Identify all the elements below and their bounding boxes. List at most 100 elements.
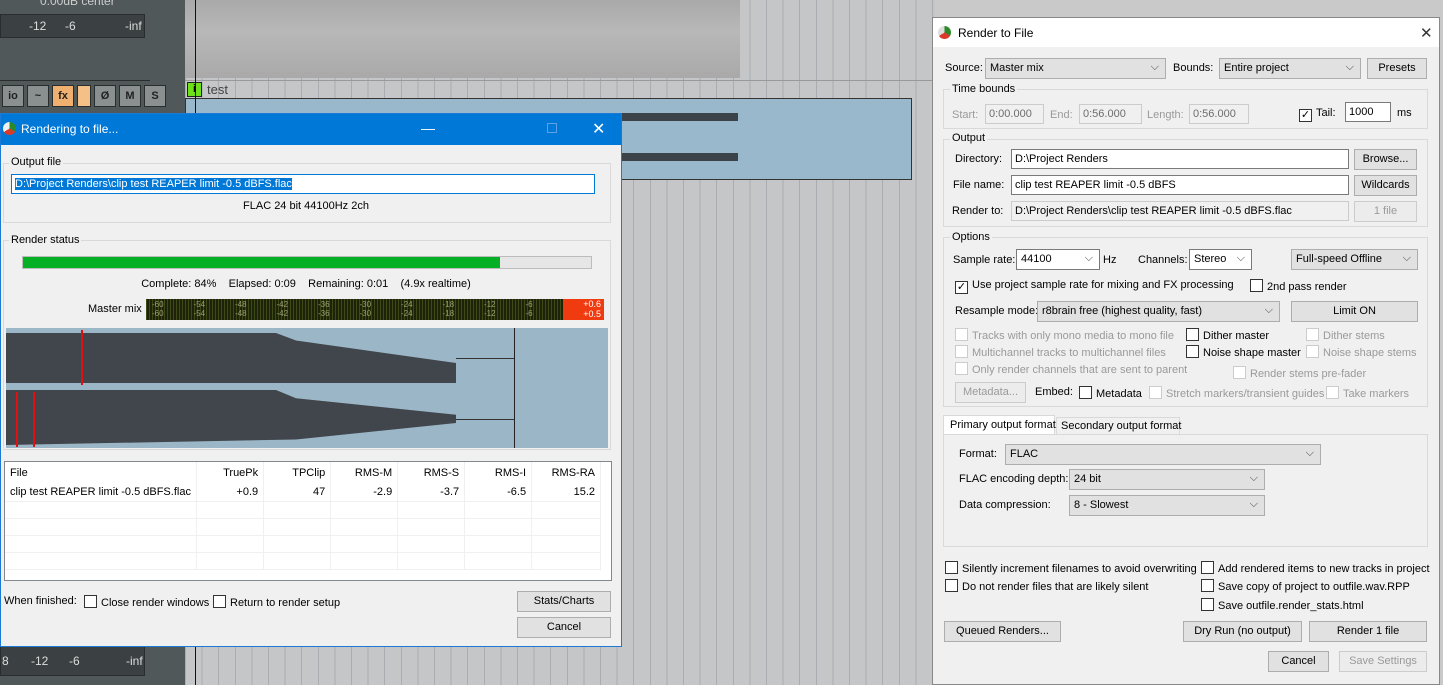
column-header[interactable]: TruePk xyxy=(196,462,265,484)
column-header[interactable]: RMS-M xyxy=(330,462,399,484)
embed-label: Embed: xyxy=(1035,386,1073,398)
table-cell xyxy=(5,501,197,519)
reaper-logo-icon xyxy=(938,26,951,39)
render-speed-select[interactable]: Full-speed Offline xyxy=(1291,249,1418,270)
column-header[interactable]: RMS-I xyxy=(464,462,533,484)
tail-field[interactable]: 1000 xyxy=(1345,102,1391,122)
second-pass-checkbox[interactable]: 2nd pass render xyxy=(1250,279,1347,293)
render-to-file-dialog: Render to File ✕ Source: Master mix Boun… xyxy=(932,17,1440,685)
cancel-button[interactable]: Cancel xyxy=(1268,651,1329,672)
start-field[interactable]: 0:00.000 xyxy=(985,104,1044,124)
save-copy-checkbox[interactable]: Save copy of project to outfile.wav.RPP xyxy=(1201,579,1410,593)
table-cell xyxy=(5,535,197,553)
table-row xyxy=(5,552,601,570)
close-windows-checkbox[interactable]: Close render windows xyxy=(84,595,209,609)
column-header[interactable]: RMS-S xyxy=(397,462,466,484)
close-icon[interactable]: ✕ xyxy=(1420,24,1433,42)
no-silent-checkbox[interactable]: Do not render files that are likely sile… xyxy=(945,579,1148,593)
wildcards-button[interactable]: Wildcards xyxy=(1354,175,1417,196)
render-progress-bar xyxy=(22,256,592,269)
length-field[interactable]: 0:56.000 xyxy=(1189,104,1249,124)
add-to-tracks-checkbox[interactable]: Add rendered items to new tracks in proj… xyxy=(1201,561,1430,575)
stretch-markers-checkbox[interactable]: Stretch markers/transient guides xyxy=(1149,386,1324,400)
table-cell xyxy=(263,535,332,553)
noise-stems-checkbox[interactable]: Noise shape stems xyxy=(1306,345,1417,359)
table-cell: -3.7 xyxy=(397,484,466,502)
fx-button[interactable]: fx xyxy=(52,85,74,107)
table-cell xyxy=(196,552,265,570)
resample-select[interactable]: r8brain free (highest quality, fast) xyxy=(1037,301,1280,322)
checkbox-label: Noise shape stems xyxy=(1323,347,1417,359)
render-to-field: D:\Project Renders\clip test REAPER limi… xyxy=(1011,201,1349,221)
solo-button[interactable]: S xyxy=(144,85,166,107)
window-title: Render to File xyxy=(958,26,1034,40)
save-stats-checkbox[interactable]: Save outfile.render_stats.html xyxy=(1201,598,1364,612)
column-header[interactable]: RMS-RA xyxy=(531,462,601,484)
format-select[interactable]: FLAC xyxy=(1005,444,1321,465)
embed-metadata-checkbox[interactable]: Metadata xyxy=(1079,386,1142,400)
output-path-field[interactable]: D:\Project Renders\clip test REAPER limi… xyxy=(11,174,595,194)
tail-checkbox[interactable]: ✓ Tail: xyxy=(1299,107,1336,122)
dither-stems-checkbox[interactable]: Dither stems xyxy=(1306,328,1385,342)
only-parent-checkbox[interactable]: Only render channels that are sent to pa… xyxy=(955,362,1187,376)
column-header[interactable]: TPClip xyxy=(263,462,332,484)
sample-rate-select[interactable]: 44100 xyxy=(1016,249,1100,270)
maximize-icon[interactable] xyxy=(547,123,557,133)
group-label: Render status xyxy=(9,234,82,246)
meter-label: Master mix xyxy=(88,303,142,315)
cancel-button[interactable]: Cancel xyxy=(517,617,611,638)
dry-run-button[interactable]: Dry Run (no output) xyxy=(1183,621,1302,642)
save-settings-button[interactable]: Save Settings xyxy=(1339,651,1427,672)
files-button[interactable]: 1 file xyxy=(1354,201,1417,222)
end-field[interactable]: 0:56.000 xyxy=(1079,104,1142,124)
mute-button[interactable]: M xyxy=(119,85,141,107)
table-cell xyxy=(397,535,466,553)
hz-label: Hz xyxy=(1103,254,1117,266)
meter-tick: -36 xyxy=(318,300,330,309)
noise-master-checkbox[interactable]: Noise shape master xyxy=(1186,345,1301,359)
channels-select[interactable]: Stereo xyxy=(1189,249,1252,270)
depth-label: FLAC encoding depth: xyxy=(959,473,1069,485)
stems-prefader-checkbox[interactable]: Render stems pre-fader xyxy=(1233,366,1366,380)
depth-select[interactable]: 24 bit xyxy=(1069,469,1265,490)
checkbox-label: Save copy of project to outfile.wav.RPP xyxy=(1218,581,1410,593)
phase-button[interactable]: Ø xyxy=(94,85,116,107)
meter-tick: -12 xyxy=(484,309,496,318)
meter-tick: -30 xyxy=(359,300,372,309)
compression-select[interactable]: 8 - Slowest xyxy=(1069,495,1265,516)
use-project-rate-checkbox[interactable]: ✓ Use project sample rate for mixing and … xyxy=(955,279,1234,294)
multichannel-checkbox[interactable]: Multichannel tracks to multichannel file… xyxy=(955,345,1166,359)
silently-increment-checkbox[interactable]: Silently increment filenames to avoid ov… xyxy=(945,561,1197,575)
dither-master-checkbox[interactable]: Dither master xyxy=(1186,328,1269,342)
return-setup-checkbox[interactable]: Return to render setup xyxy=(213,595,340,609)
filename-field[interactable]: clip test REAPER limit -0.5 dBFS xyxy=(1011,175,1349,195)
directory-field[interactable]: D:\Project Renders xyxy=(1011,149,1349,169)
limit-button[interactable]: Limit ON xyxy=(1291,301,1418,322)
envelope-button[interactable]: ~ xyxy=(27,85,49,107)
queued-renders-button[interactable]: Queued Renders... xyxy=(944,621,1061,642)
minimize-icon[interactable]: — xyxy=(421,120,435,136)
bounds-select[interactable]: Entire project xyxy=(1219,58,1361,79)
presets-button[interactable]: Presets xyxy=(1367,58,1427,79)
table-row xyxy=(5,518,601,536)
metadata-button[interactable]: Metadata... xyxy=(955,382,1026,403)
render-button[interactable]: Render 1 file xyxy=(1309,621,1427,642)
source-select[interactable]: Master mix xyxy=(985,58,1166,79)
browse-button[interactable]: Browse... xyxy=(1354,149,1417,170)
close-icon[interactable]: ✕ xyxy=(592,119,605,139)
fx-enable-button[interactable] xyxy=(77,85,91,107)
stats-charts-button[interactable]: Stats/Charts xyxy=(517,591,611,612)
meter-tick: -48 xyxy=(235,309,247,318)
io-button[interactable]: io xyxy=(2,85,24,107)
progress-fill xyxy=(23,257,501,268)
meter-tick: -12 xyxy=(29,19,47,33)
tab-primary-output-format[interactable]: Primary output format xyxy=(943,415,1056,435)
table-cell xyxy=(196,518,265,536)
meter-tick: -30 xyxy=(359,309,372,318)
meter-tick: -inf xyxy=(125,19,142,33)
column-header[interactable]: File xyxy=(5,462,197,484)
mono-media-checkbox[interactable]: Tracks with only mono media to mono file xyxy=(955,328,1174,342)
take-markers-checkbox[interactable]: Take markers xyxy=(1326,386,1409,400)
stats-table: File TruePk TPClip RMS-M RMS-S RMS-I RMS-RA cli… xyxy=(4,461,612,581)
tab-secondary-output-format[interactable]: Secondary output format xyxy=(1056,417,1181,435)
